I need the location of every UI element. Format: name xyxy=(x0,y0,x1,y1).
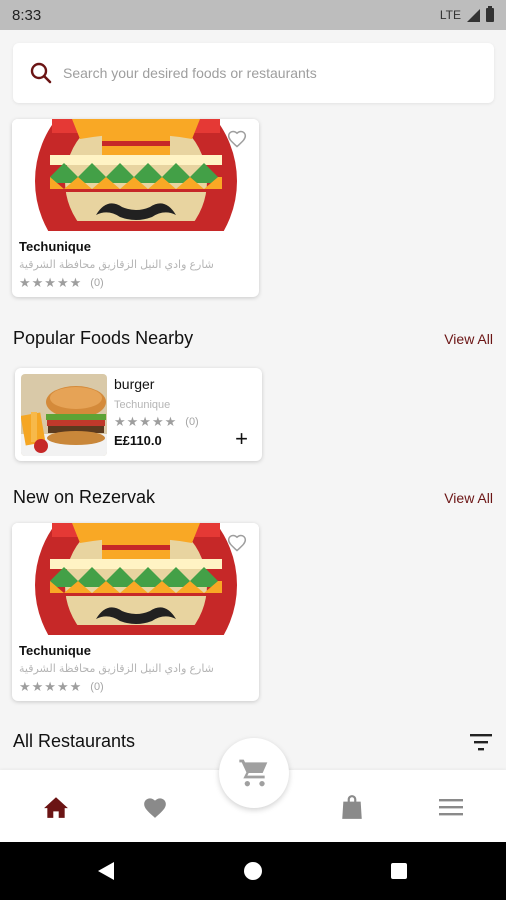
restaurant-card[interactable]: Techunique شارع وادي النيل الزقازيق محاف… xyxy=(12,523,259,701)
back-button[interactable] xyxy=(86,842,126,900)
food-restaurant: Techunique xyxy=(114,399,171,411)
bag-icon xyxy=(342,795,362,819)
food-price: E£110.0 xyxy=(114,433,162,448)
food-rating: ★★★★★ (0) xyxy=(114,414,199,430)
status-bar: 8:33 LTE xyxy=(0,0,506,30)
restaurant-rating: ★★★★★ (0) xyxy=(19,275,104,291)
rating-count: (0) xyxy=(90,277,104,289)
restaurant-name: Techunique xyxy=(19,643,91,658)
restaurant-logo xyxy=(12,523,259,635)
back-triangle-icon xyxy=(98,862,114,880)
restaurant-address: شارع وادي النيل الزقازيق محافظة الشرقية xyxy=(19,663,214,675)
cart-icon xyxy=(239,759,268,787)
signal-icon xyxy=(467,8,480,22)
rating-count: (0) xyxy=(90,681,104,693)
filter-icon[interactable] xyxy=(470,733,492,751)
status-icons: LTE xyxy=(439,6,494,22)
home-system-button[interactable] xyxy=(233,842,273,900)
nav-orders[interactable] xyxy=(337,792,367,822)
rating-count: (0) xyxy=(185,416,199,428)
search-bar[interactable] xyxy=(13,43,494,103)
home-circle-icon xyxy=(244,862,262,880)
all-restaurants-title: All Restaurants xyxy=(13,731,136,751)
search-icon xyxy=(30,62,52,84)
home-icon xyxy=(44,797,68,818)
favorite-heart-icon[interactable] xyxy=(227,129,247,149)
menu-icon xyxy=(439,799,463,816)
popular-view-all-link[interactable]: View All xyxy=(444,331,493,347)
nav-favorites[interactable] xyxy=(140,792,170,822)
search-input[interactable] xyxy=(63,65,494,81)
restaurant-logo xyxy=(12,119,259,231)
network-type: LTE xyxy=(439,8,461,22)
restaurant-rating: ★★★★★ (0) xyxy=(19,679,104,695)
nav-menu[interactable] xyxy=(436,792,466,822)
battery-icon xyxy=(486,6,494,22)
rating-stars: ★★★★★ xyxy=(114,414,178,429)
nav-home[interactable] xyxy=(41,792,71,822)
add-to-cart-button[interactable]: + xyxy=(235,428,248,450)
restaurant-card[interactable]: Techunique شارع وادي النيل الزقازيق محاف… xyxy=(12,119,259,297)
favorite-heart-icon[interactable] xyxy=(227,533,247,553)
recents-button[interactable] xyxy=(379,842,419,900)
recents-square-icon xyxy=(391,863,407,879)
new-section-title: New on Rezervak xyxy=(13,487,156,507)
rating-stars: ★★★★★ xyxy=(19,679,83,694)
popular-section-title: Popular Foods Nearby xyxy=(13,328,194,348)
food-card[interactable]: burger Techunique ★★★★★ (0) E£110.0 + xyxy=(15,368,262,461)
rating-stars: ★★★★★ xyxy=(19,275,83,290)
system-navigation-bar xyxy=(0,842,506,900)
restaurant-name: Techunique xyxy=(19,239,91,254)
food-image xyxy=(21,374,107,456)
new-view-all-link[interactable]: View All xyxy=(444,490,493,506)
heart-icon xyxy=(144,798,166,818)
status-time: 8:33 xyxy=(12,6,42,24)
food-name: burger xyxy=(114,376,155,392)
restaurant-address: شارع وادي النيل الزقازيق محافظة الشرقية xyxy=(19,259,214,271)
cart-button[interactable] xyxy=(219,738,289,808)
